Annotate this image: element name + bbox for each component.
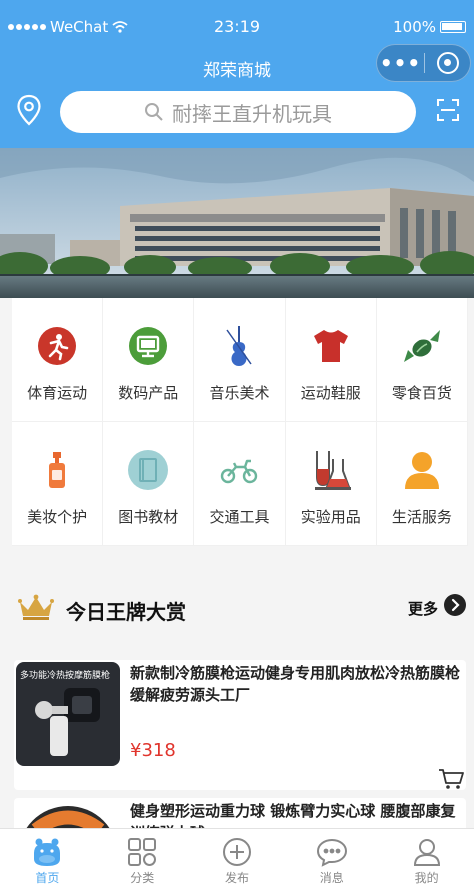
- tshirt-icon: [309, 324, 353, 368]
- product-name: 新款制冷筋膜枪运动健身专用肌肉放松冷热筋膜枪缓解疲劳源头工厂: [130, 664, 461, 704]
- close-target-icon: [436, 52, 459, 74]
- campus-building-photo: [0, 148, 474, 298]
- chat-bubble-icon: [315, 835, 349, 868]
- section-title: 今日王牌大赏: [66, 600, 186, 624]
- candy-icon: [400, 324, 444, 368]
- location-pin-icon[interactable]: [16, 94, 42, 126]
- app-header: WeChat 23:19 100% 郑荣商城 ••• 耐摔王直升机玩具: [0, 0, 474, 148]
- category-label: 零食百货: [391, 384, 452, 402]
- tab-label: 消息: [319, 871, 344, 885]
- running-icon: [35, 324, 79, 368]
- home-hippo-icon: [30, 835, 64, 868]
- category-label: 体育运动: [27, 384, 88, 402]
- category-label: 美妆个护: [27, 508, 88, 526]
- crown-icon: [18, 594, 54, 620]
- tab-label: 我的: [414, 871, 439, 885]
- close-mini-program-button[interactable]: [425, 52, 470, 74]
- category-sportswear[interactable]: 运动鞋服: [285, 298, 377, 422]
- test-tube-icon: [309, 448, 353, 492]
- add-to-cart-icon[interactable]: [438, 768, 464, 790]
- tab-messages[interactable]: 消息: [284, 829, 379, 886]
- category-books[interactable]: 图书教材: [103, 422, 195, 546]
- tab-profile[interactable]: 我的: [379, 829, 474, 886]
- category-label: 图书教材: [118, 508, 179, 526]
- category-digital[interactable]: 数码产品: [103, 298, 195, 422]
- battery-icon: [440, 21, 466, 33]
- battery-percent: 100%: [393, 18, 436, 36]
- grid-icon: [125, 835, 159, 868]
- plus-circle-icon: [220, 835, 254, 868]
- scan-icon[interactable]: [436, 98, 460, 122]
- monitor-icon: [126, 324, 170, 368]
- category-snacks[interactable]: 零食百货: [376, 298, 468, 422]
- category-label: 生活服务: [391, 508, 452, 526]
- category-label: 音乐美术: [209, 384, 270, 402]
- category-sports[interactable]: 体育运动: [12, 298, 104, 422]
- tab-label: 发布: [224, 871, 249, 885]
- category-label: 运动鞋服: [300, 384, 361, 402]
- section-header: 今日王牌大赏 更多: [0, 580, 474, 634]
- search-placeholder: 耐摔王直升机玩具: [172, 101, 332, 126]
- chevron-right-circle-icon[interactable]: [444, 594, 466, 616]
- tab-home[interactable]: 首页: [0, 829, 95, 886]
- tab-label: 首页: [35, 871, 60, 885]
- section-more-link[interactable]: 更多: [408, 598, 438, 619]
- category-life-service[interactable]: 生活服务: [376, 422, 468, 546]
- tab-publish[interactable]: 发布: [190, 829, 285, 886]
- more-options-button[interactable]: •••: [377, 51, 424, 75]
- category-music-art[interactable]: 音乐美术: [194, 298, 286, 422]
- category-lab[interactable]: 实验用品: [285, 422, 377, 546]
- book-icon: [126, 448, 170, 492]
- tab-category[interactable]: 分类: [95, 829, 190, 886]
- category-transport[interactable]: 交通工具: [194, 422, 286, 546]
- search-bar[interactable]: 耐摔王直升机玩具: [60, 91, 416, 133]
- thumbnail-caption: 多功能冷热按摩筋膜枪: [20, 671, 111, 681]
- motorcycle-icon: [217, 448, 261, 492]
- person-icon: [400, 448, 444, 492]
- category-label: 交通工具: [209, 508, 270, 526]
- product-thumbnail: 多功能冷热按摩筋膜枪: [16, 662, 120, 766]
- banner-image[interactable]: [0, 148, 474, 298]
- category-label: 数码产品: [118, 384, 179, 402]
- category-label: 实验用品: [300, 508, 361, 526]
- lotion-bottle-icon: [35, 448, 79, 492]
- category-grid: 体育运动 数码产品 音乐美术 运动鞋服 零食百货 美妆个护 图书教材 交通工具 …: [12, 298, 468, 546]
- search-icon: [145, 103, 163, 121]
- product-card[interactable]: 多功能冷热按摩筋膜枪 新款制冷筋膜枪运动健身专用肌肉放松冷热筋膜枪缓解疲劳源头工…: [14, 660, 466, 790]
- product-price: ¥318: [130, 740, 176, 761]
- status-bar: WeChat 23:19 100%: [0, 0, 474, 40]
- category-beauty[interactable]: 美妆个护: [12, 422, 104, 546]
- mini-program-capsule: •••: [376, 44, 471, 82]
- tab-bar: 首页 分类 发布 消息 我的: [0, 828, 474, 886]
- violin-icon: [217, 324, 261, 368]
- user-icon: [410, 835, 444, 868]
- tab-label: 分类: [130, 871, 155, 885]
